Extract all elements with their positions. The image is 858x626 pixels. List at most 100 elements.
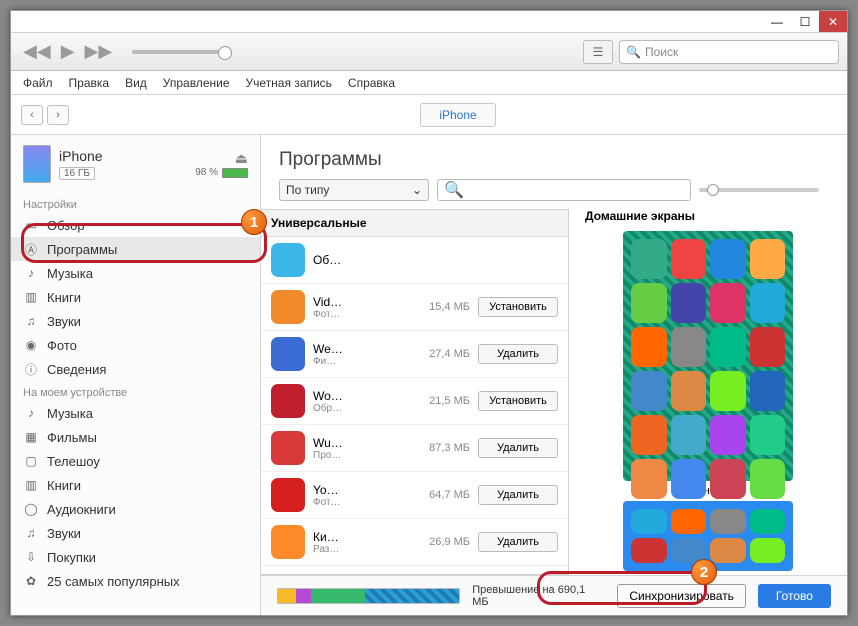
app-action-button[interactable]: Удалить [478,485,558,505]
app-subtitle: Обр… [313,403,414,414]
sidebar-item[interactable]: ◉Фото [11,333,260,357]
zoom-slider[interactable] [699,188,819,192]
home-screens-header: Домашние экраны [585,209,831,227]
device-header: iPhone 16 ГБ ⏏ 98 % [11,135,260,193]
app-name: Wo… [313,389,414,403]
app-subtitle: Фот… [313,497,414,508]
app-list: Универсальные Об… Vid…Фот…15,4 МБУстанови… [261,209,569,575]
sidebar-icon: ♪ [23,405,39,421]
app-subtitle: Фи… [313,356,414,367]
done-button[interactable]: Готово [758,584,831,608]
sidebar-item-label: Сведения [47,362,106,377]
volume-slider[interactable] [132,50,232,54]
sidebar-item[interactable]: ♪ Музыка [11,401,260,425]
menu-item[interactable]: Управление [163,76,230,90]
back-button[interactable]: ‹ [21,105,43,125]
eject-button[interactable]: ⏏ [195,150,248,167]
sidebar-item[interactable]: ♫ Звуки [11,309,260,333]
play-button[interactable]: ▶ [57,41,79,62]
app-row[interactable]: Ки…Раз…26,9 МБУдалить [261,519,568,566]
sidebar-icon: ✿ [23,573,39,589]
app-action-button[interactable]: Удалить [478,344,558,364]
sidebar-icon: ▥ [23,477,39,493]
app-size: 87,3 МБ [422,442,470,454]
sidebar-icon: ♪ [23,265,39,281]
list-view-button[interactable]: ☰ [583,40,613,64]
sidebar-item[interactable]: ◯Аудиокниги [11,497,260,521]
sidebar-icon: ◉ [23,337,39,353]
sidebar-item[interactable]: ▥Книги [11,473,260,497]
sidebar-item[interactable]: ▥Книги [11,285,260,309]
app-icon [271,337,305,371]
app-action-button[interactable]: Установить [478,297,558,317]
sidebar-item[interactable]: ⓘ Сведения [11,357,260,381]
sidebar-item-label: Музыка [47,406,93,421]
next-track-button[interactable]: ▶▶ [81,41,117,62]
app-action-button[interactable]: Установить [478,391,558,411]
app-icon [271,431,305,465]
sidebar-item[interactable]: ▢ Телешоу [11,449,260,473]
forward-button[interactable]: › [47,105,69,125]
app-icon [271,384,305,418]
titlebar: — ☐ ✕ [11,11,847,33]
search-placeholder: Поиск [645,45,678,59]
app-row[interactable]: Wo…Обр…21,5 МБУстановить [261,378,568,425]
menu-item[interactable]: Правка [69,76,110,90]
sidebar-item-label: Обзор [47,218,85,233]
app-size: 27,4 МБ [422,348,470,360]
search-input[interactable]: 🔍 Поиск [619,40,839,64]
tabbar: ‹ › iPhone [11,95,847,135]
sidebar-icon: ⓘ [23,361,39,377]
sidebar-section-ondevice: На моем устройстве [11,381,260,401]
sidebar-icon: ▢ [23,453,39,469]
app-row[interactable]: We…Фи…27,4 МБУдалить [261,331,568,378]
sidebar-item[interactable]: ▭Обзор [11,213,260,237]
menu-item[interactable]: Файл [23,76,53,90]
app-row[interactable]: Wu…Про…87,3 МБУдалить [261,425,568,472]
app-name: Ки… [313,530,414,544]
device-tab[interactable]: iPhone [420,103,495,127]
app-name: Об… [313,253,502,267]
sidebar-item-label: Телешоу [47,454,100,469]
app-action-button[interactable]: Удалить [478,532,558,552]
app-group-header: Универсальные [261,210,568,237]
sidebar-item[interactable]: ✿25 самых популярных [11,569,260,593]
home-screen-preview[interactable] [623,231,793,481]
sidebar-icon: ♫ [23,313,39,329]
sidebar-item-label: Покупки [47,550,96,565]
page-title: Программы [261,135,847,179]
itunes-window: — ☐ ✕ ◀◀ ▶ ▶▶ ☰ 🔍 Поиск Файл Правка Вид Упр… [10,10,848,616]
app-row[interactable]: Yo…Фот…64,7 МБУдалить [261,472,568,519]
device-thumbnail [23,145,51,183]
sidebar-item[interactable]: ⇩Покупки [11,545,260,569]
app-action-button[interactable]: Удалить [478,438,558,458]
sidebar-item[interactable]: ▦Фильмы [11,425,260,449]
sidebar-item[interactable]: ⒶПрограммы [11,237,260,261]
storage-bar [277,588,460,604]
app-row[interactable]: Об… [261,237,568,284]
battery-indicator: 98 % [195,167,248,178]
menu-item[interactable]: Вид [125,76,147,90]
app-icon [271,525,305,559]
minimize-button[interactable]: — [763,11,791,32]
sidebar-item-label: Звуки [47,314,81,329]
menu-item[interactable]: Учетная запись [246,76,332,90]
sidebar-item[interactable]: ♪Музыка [11,261,260,285]
app-size: 64,7 МБ [422,489,470,501]
sidebar-item-label: Звуки [47,526,81,541]
prev-track-button[interactable]: ◀◀ [19,41,55,62]
sidebar-item[interactable]: ♫Звуки [11,521,260,545]
device-name: iPhone [59,148,187,164]
storage-over-text: Превышение на 690,1 МБ [472,584,593,608]
sidebar-icon: Ⓐ [23,241,39,257]
home-screens-panel: Домашние экраны Страница 1 [569,209,847,575]
close-button[interactable]: ✕ [819,11,847,32]
app-row[interactable]: Vid…Фот…15,4 МБУстановить [261,284,568,331]
sort-select[interactable]: По типу⌄ [279,179,429,201]
maximize-button[interactable]: ☐ [791,11,819,32]
apps-search-input[interactable]: 🔍 [437,179,691,201]
sidebar-section-settings: Настройки [11,193,260,213]
menu-item[interactable]: Справка [348,76,395,90]
sync-button[interactable]: Синхронизировать [617,584,745,608]
app-name: Wu… [313,436,414,450]
